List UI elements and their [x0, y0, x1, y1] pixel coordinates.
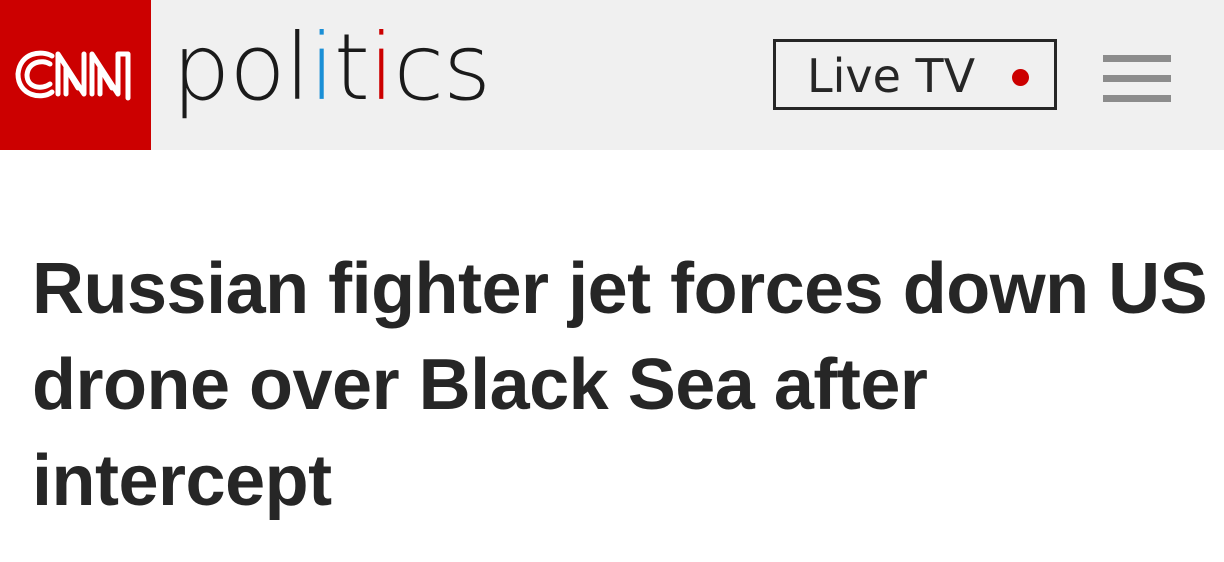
section-letter: o	[229, 14, 285, 121]
live-tv-label: Live TV	[807, 49, 976, 103]
menu-bar	[1103, 55, 1171, 62]
live-tv-button[interactable]: Live TV	[773, 39, 1057, 110]
section-letter: i	[368, 14, 395, 121]
menu-bar	[1103, 95, 1171, 102]
section-letter: s	[443, 14, 491, 121]
section-letter: t	[333, 14, 370, 121]
section-letter: c	[393, 14, 444, 121]
section-title-politics[interactable]: politics	[172, 18, 491, 118]
section-letter: p	[172, 14, 230, 121]
menu-bar	[1103, 75, 1171, 82]
section-letter: i	[309, 14, 335, 121]
cnn-logo-icon	[15, 50, 131, 101]
cnn-logo[interactable]	[0, 0, 151, 150]
section-letter: l	[284, 14, 311, 121]
site-header: politics Live TV	[0, 0, 1224, 150]
article-headline: Russian fighter jet forces down US drone…	[32, 249, 1208, 521]
live-indicator-icon	[1012, 69, 1029, 86]
hamburger-menu-icon[interactable]	[1103, 55, 1171, 103]
